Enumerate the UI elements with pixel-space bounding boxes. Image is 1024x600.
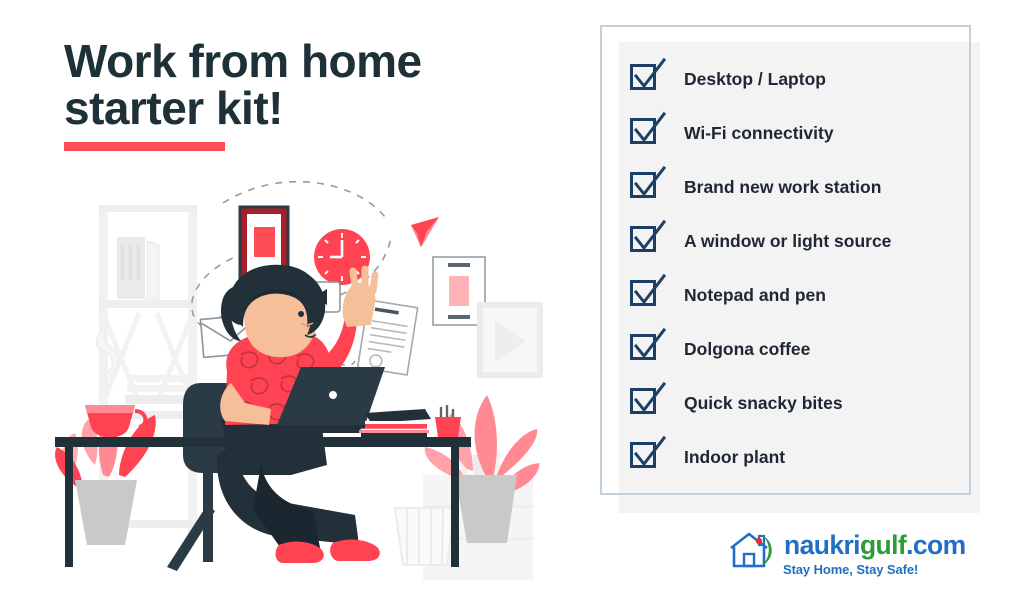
- heading-block: Work from home starter kit!: [64, 35, 544, 151]
- checkbox-checked-icon[interactable]: [630, 111, 667, 148]
- checkbox-checked-icon[interactable]: [630, 327, 667, 364]
- checklist-item[interactable]: Dolgona coffee: [630, 322, 980, 376]
- book-stack-icon: [359, 409, 431, 437]
- logo-word-naukri: naukri: [784, 530, 861, 560]
- work-from-home-illustration: [55, 175, 555, 585]
- checklist-item-label: Dolgona coffee: [684, 338, 811, 359]
- wall-frame-gray-icon: [477, 302, 543, 378]
- pen-holder-icon: [435, 405, 461, 437]
- checklist-item[interactable]: Brand new work station: [630, 160, 980, 214]
- checklist-item[interactable]: Desktop / Laptop: [630, 52, 980, 106]
- checklist-item-label: A window or light source: [684, 230, 892, 251]
- checkbox-checked-icon[interactable]: [630, 165, 667, 202]
- checkbox-checked-icon[interactable]: [630, 435, 667, 472]
- logo-wordmark: naukrigulf.com: [784, 532, 966, 559]
- checkbox-checked-icon[interactable]: [630, 381, 667, 418]
- checklist-item[interactable]: Wi-Fi connectivity: [630, 106, 980, 160]
- checklist-item[interactable]: Notepad and pen: [630, 268, 980, 322]
- paper-plane-icon: [411, 217, 439, 247]
- checkbox-checked-icon[interactable]: [630, 219, 667, 256]
- checklist-item-label: Desktop / Laptop: [684, 68, 826, 89]
- checklist-item[interactable]: A window or light source: [630, 214, 980, 268]
- checkbox-checked-icon[interactable]: [630, 57, 667, 94]
- checklist-item[interactable]: Indoor plant: [630, 430, 980, 484]
- checklist: Desktop / Laptop Wi-Fi connectivity Bran…: [630, 52, 980, 502]
- logo-tagline: Stay Home, Stay Safe!: [783, 562, 919, 577]
- page-title: Work from home starter kit!: [64, 35, 422, 135]
- naukrigulf-logo[interactable]: naukrigulf.com Stay Home, Stay Safe!: [727, 528, 977, 584]
- poster-canvas: Work from home starter kit! Desktop / La…: [0, 0, 1024, 600]
- title-underline-accent: [64, 142, 225, 151]
- checkbox-checked-icon[interactable]: [630, 273, 667, 310]
- logo-word-gulf: gulf: [859, 530, 907, 560]
- logo-word-com: .com: [906, 530, 966, 560]
- checklist-item[interactable]: Quick snacky bites: [630, 376, 980, 430]
- house-logo-icon: [727, 530, 779, 570]
- checklist-item-label: Notepad and pen: [684, 284, 826, 305]
- checklist-item-label: Indoor plant: [684, 446, 786, 467]
- checklist-item-label: Quick snacky bites: [684, 392, 843, 413]
- waste-basket-icon: [393, 507, 457, 566]
- checklist-item-label: Brand new work station: [684, 176, 882, 197]
- checklist-item-label: Wi-Fi connectivity: [684, 122, 834, 143]
